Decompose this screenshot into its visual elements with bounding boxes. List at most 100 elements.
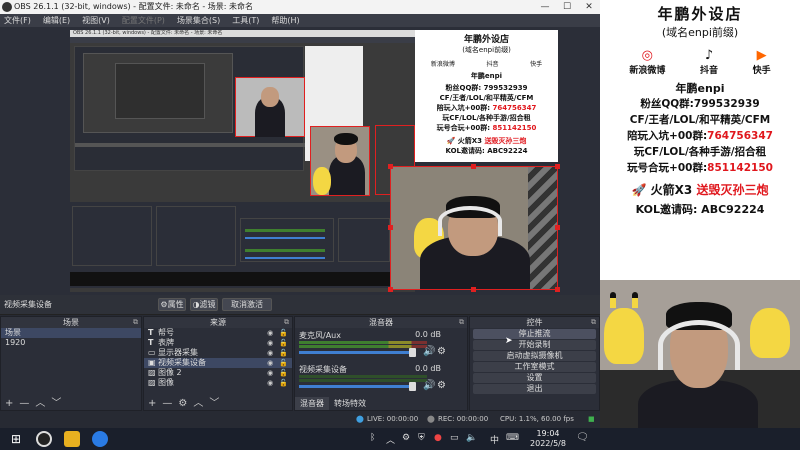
undock-icon[interactable]: ⧉	[133, 317, 138, 328]
move-down-icon[interactable]: ﹀	[51, 398, 61, 410]
network-icon[interactable]: ▭	[450, 433, 459, 443]
gear-icon[interactable]: ⚙	[437, 346, 446, 357]
source-item[interactable]: ▭ 显示器采集 ◉ 🔓	[144, 348, 292, 358]
close-icon[interactable]: ✕	[578, 0, 600, 14]
poster-haohe-value: 851142150	[492, 124, 537, 132]
text-icon: T	[148, 328, 154, 337]
poster-peiwan-label: 陪玩入坑+00群:	[436, 104, 491, 112]
menu-file[interactable]: 文件(F)	[4, 14, 31, 27]
tab-transitions[interactable]: 转场特效	[329, 397, 371, 410]
maximize-icon[interactable]: ☐	[556, 0, 578, 14]
move-up-icon[interactable]: ︿	[35, 398, 45, 410]
move-up-icon[interactable]: ︿	[193, 398, 203, 410]
menu-view[interactable]: 视图(V)	[82, 14, 110, 27]
rocket-red-text: 送毁灭孙三炮	[696, 183, 769, 197]
move-down-icon[interactable]: ﹀	[209, 398, 219, 410]
volume-slider[interactable]	[299, 385, 415, 388]
poster-rocket-red: 送毁灭孙三炮	[484, 137, 527, 145]
input-method-icon[interactable]: ⌨	[506, 433, 519, 443]
app-taskbar-icon[interactable]	[64, 431, 80, 447]
start-virtual-camera-button[interactable]: 启动虚拟摄像机	[473, 351, 596, 361]
live-icon: ⬤	[356, 415, 364, 423]
undock-icon[interactable]: ⧉	[459, 317, 464, 328]
nested-title: OBS 26.1.1 (32-bit, windows) - 配置文件: 未命名…	[70, 30, 415, 37]
eye-icon[interactable]: ◉	[267, 358, 273, 368]
menu-edit[interactable]: 编辑(E)	[43, 14, 70, 27]
browser-taskbar-icon[interactable]	[92, 431, 108, 447]
tab-mixer[interactable]: 混音器	[295, 397, 329, 410]
source-item[interactable]: T 帮号 ◉ 🔓	[144, 328, 292, 338]
security-tray-icon[interactable]: ⛨	[418, 433, 425, 443]
menu-profile[interactable]: 配置文件(P)	[122, 14, 165, 27]
remove-icon[interactable]: —	[19, 398, 29, 410]
lock-icon[interactable]: 🔓	[279, 348, 288, 358]
level-meter	[299, 341, 427, 344]
lock-icon[interactable]: 🔓	[279, 338, 288, 348]
source-item[interactable]: T 表牌 ◉ 🔓	[144, 338, 292, 348]
show-hidden-icons[interactable]: ︿	[386, 433, 395, 446]
eye-icon[interactable]: ◉	[267, 348, 273, 358]
menu-help[interactable]: 帮助(H)	[271, 14, 299, 27]
scene-item[interactable]: 1920	[1, 338, 141, 348]
volume-slider-handle[interactable]	[409, 348, 416, 357]
poster-haohe-label: 玩号合玩+00群:	[436, 124, 491, 132]
exit-button[interactable]: 退出	[473, 384, 596, 394]
stop-streaming-button[interactable]: 停止推流	[473, 329, 596, 339]
minimize-icon[interactable]: —	[534, 0, 556, 14]
gear-icon[interactable]: ⚙	[437, 380, 446, 391]
lock-icon[interactable]: 🔓	[279, 368, 288, 378]
menu-scene-collection[interactable]: 场景集合(S)	[177, 14, 220, 27]
panel-subtitle: (域名enpi前缀)	[661, 26, 739, 39]
settings-button[interactable]: 设置	[473, 373, 596, 383]
bluetooth-icon[interactable]: ᛒ	[370, 433, 375, 443]
channel-db: 0.0 dB	[415, 364, 441, 373]
eye-icon[interactable]: ◉	[267, 368, 273, 378]
volume-icon[interactable]: 🔈	[466, 433, 477, 443]
studio-mode-button[interactable]: 工作室模式	[473, 362, 596, 372]
filters-button[interactable]: ◑滤镜	[190, 298, 218, 311]
add-icon[interactable]: +	[148, 398, 156, 410]
gear-icon[interactable]: ⚙	[178, 398, 187, 410]
volume-slider[interactable]	[299, 351, 415, 354]
controls-dock: 控件 ⧉ 停止推流 开始录制 启动虚拟摄像机 工作室模式 设置 退出	[469, 316, 600, 411]
volume-slider-handle[interactable]	[409, 382, 416, 391]
eye-icon[interactable]: ◉	[267, 338, 273, 348]
poster-title: 年鹏外设店	[463, 35, 509, 45]
poster-peiwan-value: 764756347	[492, 104, 537, 112]
level-meter	[299, 375, 427, 378]
douyin-link: ♪ 抖音	[699, 48, 718, 76]
notification-icon[interactable]: 🗨	[576, 432, 589, 443]
obs-window: OBS 26.1.1 (32-bit, windows) - 配置文件: 未命名…	[0, 0, 600, 428]
taskbar: ⊞ ᛒ ︿ ⚙ ⛨ ● ▭ 🔈 中 ⌨ 19:04 2022/5/8 🗨	[0, 428, 800, 450]
deactivate-button[interactable]: 取消激活	[222, 298, 272, 311]
source-item[interactable]: ▨ 图像 ◉ 🔓	[144, 378, 292, 388]
app-tray-icon[interactable]: ●	[434, 433, 442, 443]
settings-tray-icon[interactable]: ⚙	[402, 433, 410, 443]
properties-button[interactable]: ⚙属性	[158, 298, 186, 311]
obs-taskbar-icon[interactable]	[36, 431, 52, 447]
eye-icon[interactable]: ◉	[267, 378, 273, 388]
undock-icon[interactable]: ⧉	[284, 317, 289, 328]
undock-icon[interactable]: ⧉	[591, 317, 596, 328]
channel-db: 0.0 dB	[415, 330, 441, 339]
add-icon[interactable]: +	[5, 398, 13, 410]
scene-item[interactable]: 场景	[1, 328, 141, 338]
menu-tools[interactable]: 工具(T)	[232, 14, 259, 27]
kol-code: KOL邀请码: ABC92224	[635, 203, 765, 216]
lock-icon[interactable]: 🔓	[279, 328, 288, 338]
games-line: CF/王者/LOL/和平精英/CFM	[629, 114, 771, 126]
start-recording-button[interactable]: 开始录制	[473, 340, 596, 350]
source-item[interactable]: ▨ 图像 2 ◉ 🔓	[144, 368, 292, 378]
lock-icon[interactable]: 🔓	[279, 378, 288, 388]
ime-indicator[interactable]: 中	[490, 433, 499, 446]
speaker-icon[interactable]: 🔊	[423, 380, 435, 391]
selection-box[interactable]	[390, 166, 558, 290]
eye-icon[interactable]: ◉	[267, 328, 273, 338]
source-item[interactable]: ▣ 视频采集设备 ◉ 🔓	[144, 358, 292, 368]
system-clock[interactable]: 19:04 2022/5/8	[528, 429, 568, 449]
source-toolbar: 视频采集设备 ⚙属性 ◑滤镜 取消激活	[0, 295, 600, 315]
speaker-icon[interactable]: 🔊	[423, 346, 435, 357]
lock-icon[interactable]: 🔓	[279, 358, 288, 368]
windows-start-icon[interactable]: ⊞	[8, 431, 24, 447]
remove-icon[interactable]: —	[162, 398, 172, 410]
